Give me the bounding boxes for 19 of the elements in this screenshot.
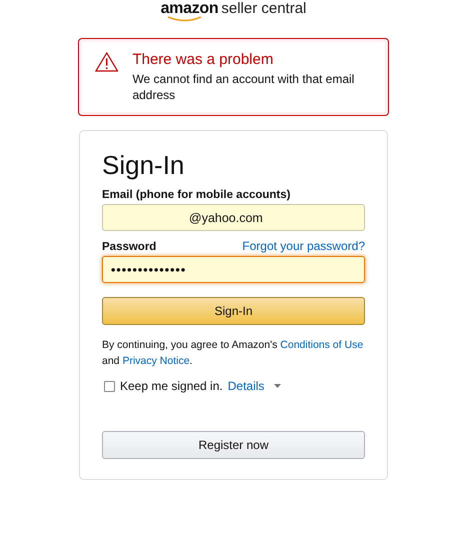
alert-title: There was a problem <box>132 51 274 69</box>
signin-heading: Sign-In <box>102 149 186 181</box>
email-label: Email (phone for mobile accounts) <box>102 189 292 201</box>
caret-icon <box>274 384 282 388</box>
signin-button[interactable]: Sign-In <box>102 297 365 325</box>
register-button[interactable]: Register now <box>102 431 365 459</box>
keep-signed-in-label: Keep me signed in. <box>120 379 223 393</box>
warning-icon <box>95 51 118 73</box>
alert-message: We cannot find an account with that email address <box>132 71 356 103</box>
password-label: Password <box>102 241 156 253</box>
legal-notice: By continuing, you agree to Amazon's Conditions of Use and Privacy Notice. <box>102 338 364 369</box>
email-field[interactable]: @yahoo.com <box>102 204 365 231</box>
forgot-password-link[interactable]: Forgot your password? <box>242 239 365 253</box>
keep-signed-in-checkbox[interactable] <box>104 380 115 392</box>
password-field[interactable]: •••••••••••••• <box>102 256 365 283</box>
product-name: seller central <box>221 0 306 17</box>
details-link[interactable]: Details <box>228 379 264 393</box>
legal-link[interactable]: Conditions of Use <box>280 339 364 351</box>
legal-link[interactable]: Privacy Notice <box>122 355 190 367</box>
